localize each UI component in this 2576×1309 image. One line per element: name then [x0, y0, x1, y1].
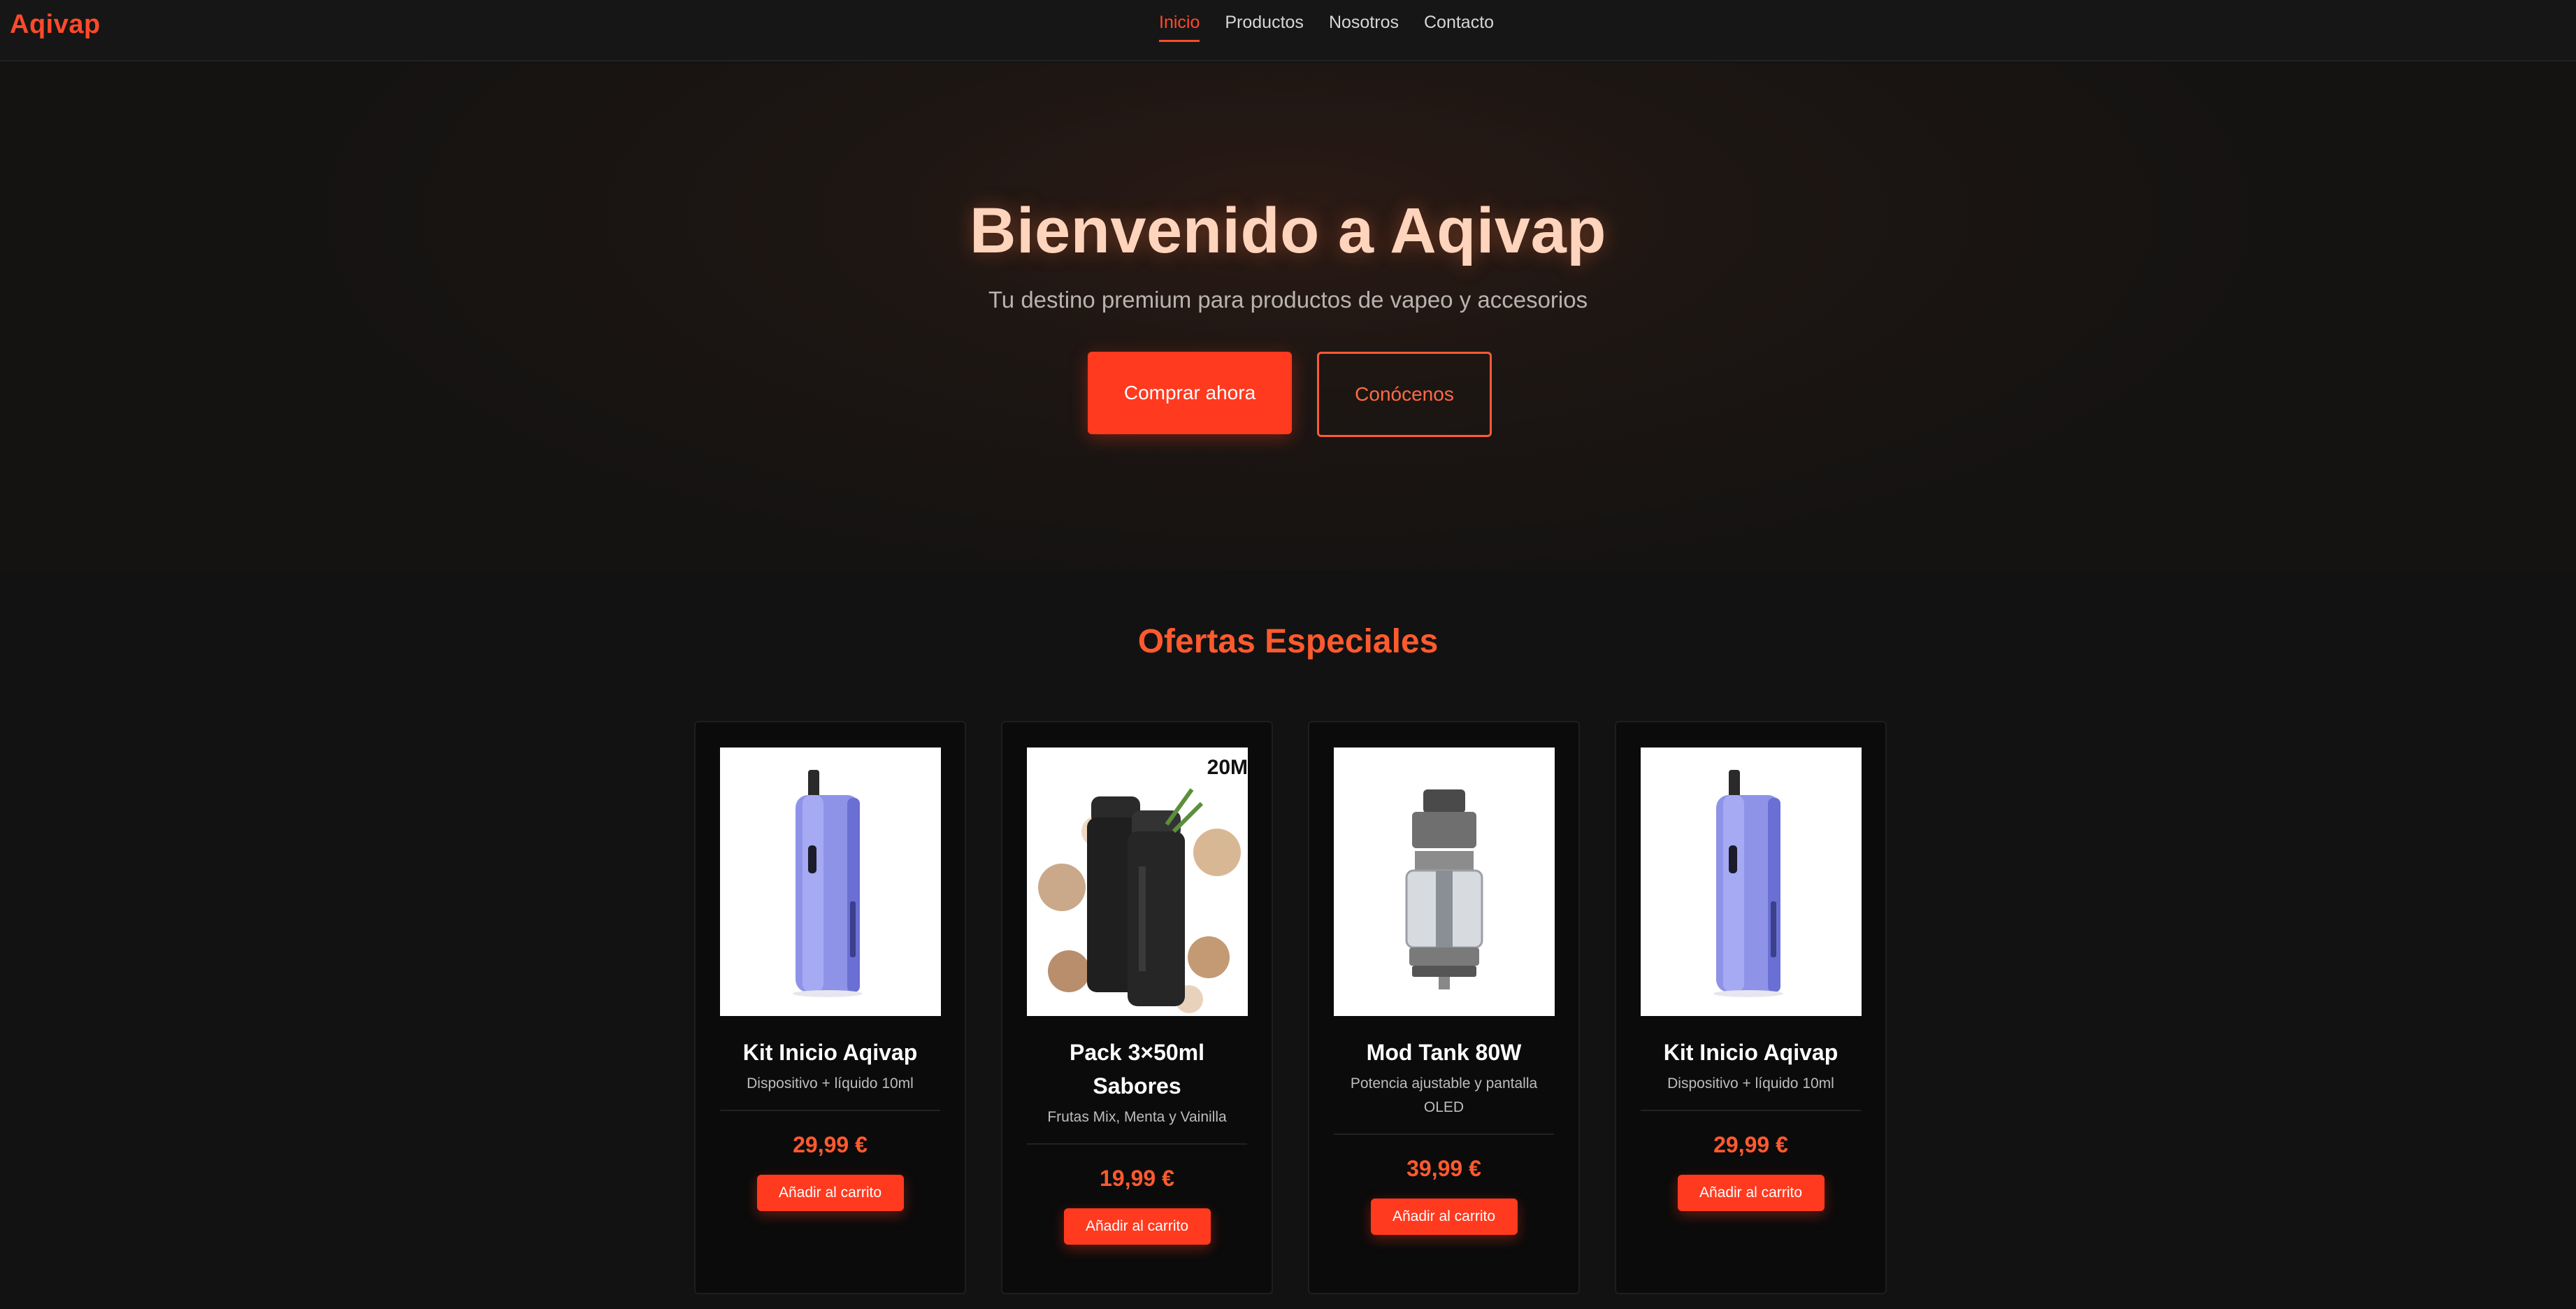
product-price: 39,99 €: [1406, 1156, 1481, 1181]
product-name: Mod Tank 80W: [1366, 1040, 1522, 1065]
nav-link-contacto[interactable]: Contacto: [1424, 13, 1494, 42]
product-badge: 20M: [1207, 756, 1248, 779]
product-grid: Kit Inicio Aqivap Dispositivo + líquido …: [694, 721, 1887, 1294]
brand-logo[interactable]: Aqivap: [10, 10, 101, 40]
product-card: Kit Inicio Aqivap Dispositivo + líquido …: [1615, 721, 1887, 1294]
product-image-pod-kit[interactable]: [720, 748, 941, 1016]
hero-subtitle: Tu destino premium para productos de vap…: [988, 287, 1588, 313]
add-to-cart-button[interactable]: Añadir al carrito: [756, 1175, 904, 1211]
hero-buttons: Comprar ahora Conócenos: [1088, 352, 1492, 437]
product-name: Pack 3×50ml Sabores: [1069, 1040, 1205, 1099]
product-image-pods-pack[interactable]: 20M: [1027, 748, 1248, 1016]
product-description: Potencia ajustable y pantalla OLED: [1350, 1075, 1538, 1115]
about-us-button[interactable]: Conócenos: [1317, 352, 1492, 437]
card-divider: [720, 1110, 940, 1111]
offers-title: Ofertas Especiales: [1137, 623, 1439, 660]
product-name: Kit Inicio Aqivap: [742, 1040, 918, 1065]
product-card: 20M Pack 3×50ml Sabores Frutas Mix, Ment…: [1001, 721, 1273, 1294]
nav-links: Inicio Productos Nosotros Contacto: [1159, 13, 1494, 42]
product-price: 19,99 €: [1100, 1166, 1174, 1191]
product-card: Mod Tank 80W Potencia ajustable y pantal…: [1308, 721, 1580, 1294]
product-description: Dispositivo + líquido 10ml: [1667, 1075, 1834, 1092]
product-price: 29,99 €: [793, 1132, 868, 1157]
product-image-pod-kit[interactable]: [1641, 748, 1862, 1016]
product-name: Kit Inicio Aqivap: [1663, 1040, 1839, 1065]
hero-section: Bienvenido a Aqivap Tu destino premium p…: [0, 63, 2576, 570]
product-image-tank[interactable]: [1334, 748, 1555, 1016]
card-divider: [1641, 1110, 1861, 1111]
product-price: 29,99 €: [1713, 1132, 1788, 1157]
product-card: Kit Inicio Aqivap Dispositivo + líquido …: [694, 721, 966, 1294]
nav-link-inicio[interactable]: Inicio: [1159, 13, 1200, 42]
nav-link-productos[interactable]: Productos: [1225, 13, 1304, 42]
hero-title: Bienvenido a Aqivap: [970, 195, 1606, 266]
top-navbar: Aqivap Inicio Productos Nosotros Contact…: [0, 0, 2576, 62]
card-divider: [1027, 1143, 1247, 1145]
card-divider: [1334, 1133, 1554, 1135]
product-description: Dispositivo + líquido 10ml: [747, 1075, 914, 1092]
add-to-cart-button[interactable]: Añadir al carrito: [1370, 1199, 1518, 1235]
product-description: Frutas Mix, Menta y Vainilla: [1047, 1109, 1227, 1125]
shop-now-button[interactable]: Comprar ahora: [1088, 352, 1292, 434]
add-to-cart-button[interactable]: Añadir al carrito: [1063, 1208, 1211, 1245]
add-to-cart-button[interactable]: Añadir al carrito: [1677, 1175, 1825, 1211]
nav-link-nosotros[interactable]: Nosotros: [1329, 13, 1399, 42]
